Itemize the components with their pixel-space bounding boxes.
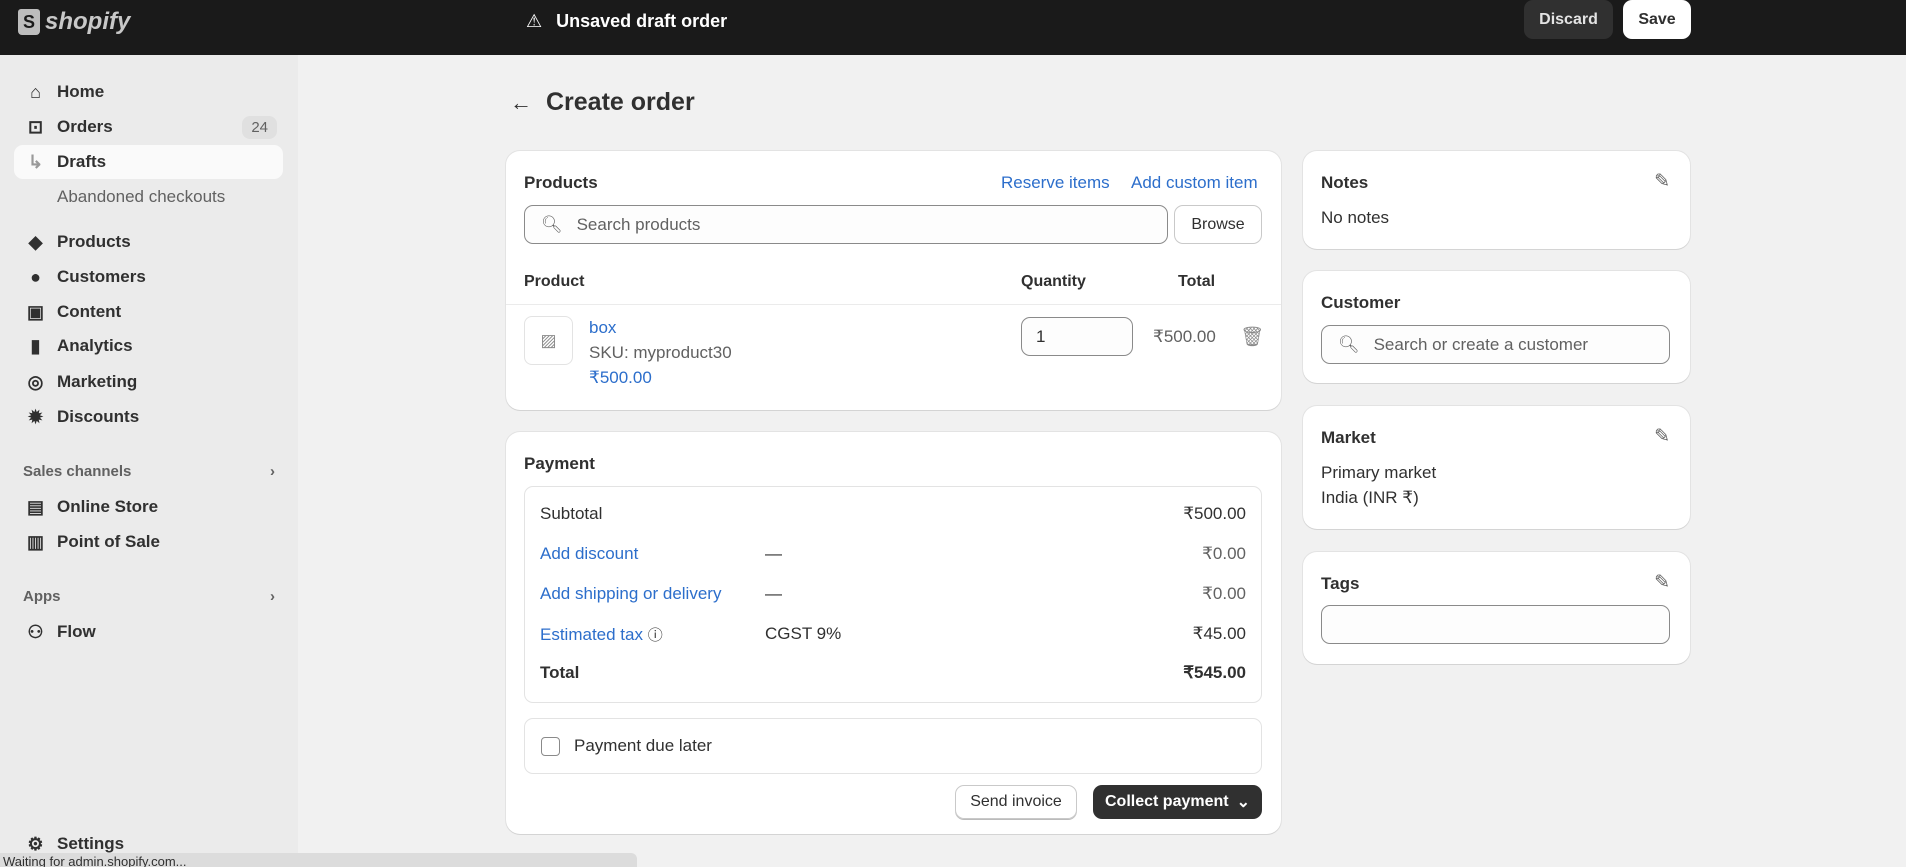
search-icon: 🔍︎ — [1338, 334, 1360, 354]
shipping-row: Add shipping or delivery — ₹0.00 — [540, 584, 1246, 604]
tag-icon: ◆ — [28, 231, 43, 252]
product-sku: SKU: myproduct30 — [589, 343, 732, 362]
customer-search-input[interactable]: 🔍︎ Search or create a customer — [1321, 325, 1670, 364]
sidebar-item-abandoned-checkouts[interactable]: Abandoned checkouts — [14, 180, 283, 214]
sidebar-item-flow[interactable]: ⚇ Flow — [14, 615, 283, 649]
edit-tags-pencil-icon[interactable]: ✎ — [1654, 571, 1670, 594]
products-title: Products — [524, 173, 598, 192]
browser-status-bar: Waiting for admin.shopify.com... — [0, 853, 637, 867]
sidebar-item-content[interactable]: ▣ Content — [14, 295, 283, 329]
target-icon: ◎ — [27, 371, 44, 392]
add-custom-item-link[interactable]: Add custom item — [1131, 173, 1258, 193]
tags-input[interactable] — [1321, 605, 1670, 644]
sidebar-item-marketing[interactable]: ◎ Marketing — [14, 365, 283, 399]
divider — [506, 304, 1281, 305]
market-currency: India (INR ₹) — [1321, 488, 1419, 507]
sidebar-item-home[interactable]: ⌂ Home — [14, 75, 283, 109]
total-row: Total ₹545.00 — [540, 663, 1246, 682]
products-card: Products Reserve items Add custom item 🔍… — [506, 151, 1281, 410]
tags-card: Tags ✎ — [1303, 552, 1690, 664]
edit-market-pencil-icon[interactable]: ✎ — [1654, 425, 1670, 448]
total-column-header: Total — [1178, 273, 1216, 290]
top-bar: S shopify ⚠ Unsaved draft order Discard … — [0, 0, 1906, 55]
info-icon[interactable]: ⓘ — [648, 627, 663, 644]
notes-title: Notes — [1321, 173, 1369, 192]
person-icon: ● — [30, 266, 41, 287]
chevron-right-icon: › — [270, 463, 275, 480]
shopify-logo[interactable]: S shopify — [18, 8, 130, 36]
sidebar: ⌂ Home ⊡ Orders 24 ↳ Drafts Abandoned checko… — [0, 55, 298, 867]
sidebar-item-point-of-sale[interactable]: ▥ Point of Sale — [14, 525, 283, 559]
payment-card: Payment Subtotal ₹500.00 Add discount — ₹0.… — [506, 432, 1281, 834]
market-title: Market — [1321, 428, 1376, 447]
inbox-icon: ⊡ — [27, 116, 44, 137]
page-header: ← Create order — [510, 88, 695, 117]
page-title: Create order — [546, 88, 695, 116]
bar-chart-icon: ▮ — [30, 335, 41, 356]
edit-notes-pencil-icon[interactable]: ✎ — [1654, 170, 1670, 193]
estimated-tax-link[interactable]: Estimated tax — [540, 625, 643, 644]
sales-channels-header[interactable]: Sales channels › — [23, 463, 275, 480]
product-price: ₹500.00 — [589, 368, 652, 387]
trash-icon[interactable]: 🗑︎ — [1240, 325, 1264, 349]
customer-card: Customer 🔍︎ Search or create a customer — [1303, 271, 1690, 383]
customer-title: Customer — [1321, 293, 1401, 312]
sidebar-item-analytics[interactable]: ▮ Analytics — [14, 329, 283, 363]
sidebar-item-products[interactable]: ◆ Products — [14, 225, 283, 259]
sidebar-item-orders[interactable]: ⊡ Orders 24 — [14, 110, 283, 144]
home-icon: ⌂ — [30, 81, 41, 102]
payment-due-later-checkbox[interactable] — [541, 736, 560, 756]
apps-header[interactable]: Apps › — [23, 588, 275, 605]
quantity-input[interactable]: 1 — [1021, 317, 1133, 356]
subtotal-row: Subtotal ₹500.00 — [540, 504, 1246, 523]
payment-summary: Subtotal ₹500.00 Add discount — ₹0.00 Add s… — [524, 486, 1262, 703]
market-name: Primary market — [1321, 463, 1437, 482]
sidebar-item-online-store[interactable]: ▤ Online Store — [14, 490, 283, 524]
orders-count-badge: 24 — [242, 115, 277, 139]
warning-icon: ⚠ — [526, 11, 543, 31]
collect-payment-button[interactable]: Collect payment ⌄ — [1093, 785, 1262, 819]
add-discount-link[interactable]: Add discount — [540, 544, 765, 564]
pos-icon: ▥ — [26, 531, 44, 552]
market-card: Market ✎ Primary market India (INR ₹) — [1303, 406, 1690, 529]
add-shipping-link[interactable]: Add shipping or delivery — [540, 584, 765, 604]
store-icon: ▤ — [26, 496, 44, 517]
sidebar-item-discounts[interactable]: ✹ Discounts — [14, 400, 283, 434]
product-name-link[interactable]: box — [589, 318, 616, 338]
chevron-right-icon: › — [270, 588, 275, 605]
payment-due-later-option[interactable]: Payment due later — [524, 718, 1262, 774]
product-column-header: Product — [524, 273, 585, 290]
shopping-bag-icon: S — [18, 9, 40, 35]
quantity-column-header: Quantity — [1021, 273, 1086, 290]
chevron-down-icon: ⌄ — [1236, 794, 1250, 811]
discount-row: Add discount — ₹0.00 — [540, 544, 1246, 564]
subitem-arrow-icon: ↳ — [27, 151, 44, 172]
image-icon: ▣ — [26, 301, 44, 322]
notes-card: Notes ✎ No notes — [1303, 151, 1690, 249]
reserve-items-link[interactable]: Reserve items — [1001, 173, 1110, 193]
save-button[interactable]: Save — [1623, 0, 1691, 39]
flow-icon: ⚇ — [27, 621, 44, 642]
search-products-input[interactable]: 🔍︎ Search products — [524, 205, 1168, 244]
line-total: ₹500.00 — [1153, 327, 1216, 346]
send-invoice-button[interactable]: Send invoice — [955, 785, 1077, 819]
sidebar-item-customers[interactable]: ● Customers — [14, 260, 283, 294]
back-arrow-icon[interactable]: ← — [510, 90, 532, 116]
unsaved-banner: ⚠ Unsaved draft order — [526, 11, 728, 31]
discount-icon: ✹ — [27, 406, 44, 427]
notes-text: No notes — [1321, 208, 1390, 227]
payment-title: Payment — [524, 454, 595, 473]
image-placeholder-icon: ▨ — [524, 316, 573, 365]
browse-button[interactable]: Browse — [1174, 205, 1262, 244]
search-icon: 🔍︎ — [541, 214, 563, 234]
discard-button[interactable]: Discard — [1524, 0, 1613, 39]
sidebar-item-drafts[interactable]: ↳ Drafts — [14, 145, 283, 179]
gear-icon: ⚙ — [27, 833, 44, 854]
tax-row: Estimated tax ⓘ CGST 9% ₹45.00 — [540, 624, 1246, 644]
tags-title: Tags — [1321, 574, 1360, 593]
